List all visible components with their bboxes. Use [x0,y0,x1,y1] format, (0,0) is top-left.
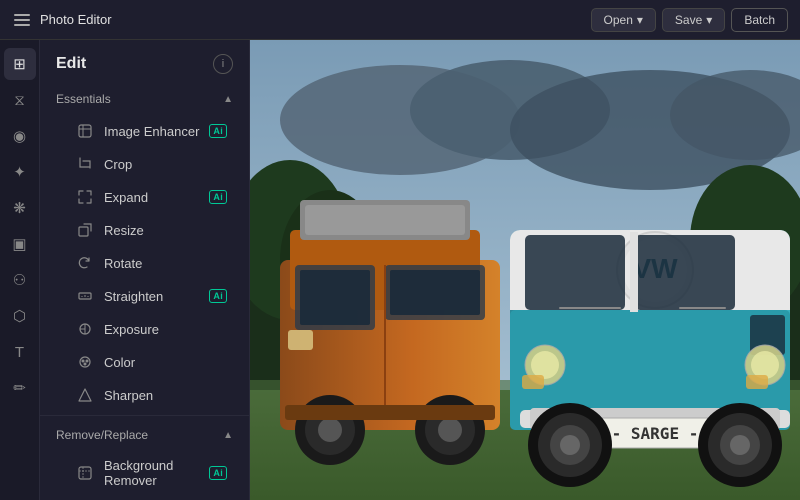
sharpen-icon [76,386,94,404]
straighten-label: Straighten [104,289,199,304]
tool-item-straighten[interactable]: Straighten Ai [46,280,243,312]
straighten-ai-badge: Ai [209,289,227,303]
image-enhancer-label: Image Enhancer [104,124,199,139]
clone-icon[interactable]: ⬡ [4,300,36,332]
resize-icon [76,221,94,239]
expand-icon [76,188,94,206]
adjustments-icon[interactable]: ⧖ [4,84,36,116]
tool-item-resize[interactable]: Resize [46,214,243,246]
canvas-area[interactable]: VW - SARGE - [250,40,800,500]
background-remover-ai-badge: Ai [209,466,227,480]
icon-sidebar: ⊞ ⧖ ◉ ✦ ❋ ▣ ⚇ ⬡ T ✏ [0,40,40,500]
layers-icon[interactable]: ⊞ [4,48,36,80]
tool-item-rotate[interactable]: Rotate [46,247,243,279]
essentials-section-header[interactable]: Essentials ▲ [40,84,249,114]
tool-item-sharpen[interactable]: Sharpen [46,379,243,411]
tool-item-cutout[interactable]: Cutout [46,496,243,500]
tool-item-color[interactable]: Color [46,346,243,378]
panel-title: Edit [56,55,86,73]
color-label: Color [104,355,227,370]
menu-button[interactable] [12,12,32,28]
background-remover-icon [76,464,94,482]
resize-label: Resize [104,223,227,238]
open-button[interactable]: Open ▾ [591,8,656,32]
panel-header: Edit i [40,40,249,84]
chevron-down-icon: ▾ [637,13,643,27]
crop-icon [76,155,94,173]
tool-item-expand[interactable]: Expand Ai [46,181,243,213]
topbar-left: Photo Editor [12,12,112,28]
straighten-icon [76,287,94,305]
sticker-icon[interactable]: ❋ [4,192,36,224]
info-icon[interactable]: i [213,54,233,74]
background-remover-label: Background Remover [104,458,199,488]
tool-item-background-remover[interactable]: Background Remover Ai [46,451,243,495]
rotate-icon [76,254,94,272]
tool-item-crop[interactable]: Crop [46,148,243,180]
save-button[interactable]: Save ▾ [662,8,725,32]
expand-label: Expand [104,190,199,205]
svg-text:- SARGE -: - SARGE - [612,424,699,443]
crop-label: Crop [104,157,227,172]
topbar: Photo Editor Open ▾ Save ▾ Batch [0,0,800,40]
remove-replace-chevron: ▲ [223,430,233,441]
remove-replace-section-header[interactable]: Remove/Replace ▲ [40,420,249,450]
remove-replace-label: Remove/Replace [56,428,148,442]
essentials-label: Essentials [56,92,111,106]
tool-item-image-enhancer[interactable]: Image Enhancer Ai [46,115,243,147]
tool-item-exposure[interactable]: Exposure [46,313,243,345]
image-enhancer-icon [76,122,94,140]
app-title: Photo Editor [40,12,112,27]
people-icon[interactable]: ⚇ [4,264,36,296]
text-icon[interactable]: T [4,336,36,368]
rotate-label: Rotate [104,256,227,271]
sparkle-icon[interactable]: ✦ [4,156,36,188]
sharpen-label: Sharpen [104,388,227,403]
exposure-icon [76,320,94,338]
main-layout: ⊞ ⧖ ◉ ✦ ❋ ▣ ⚇ ⬡ T ✏ Edit i Essentials ▲ [0,40,800,500]
section-divider [40,415,249,416]
essentials-chevron: ▲ [223,94,233,105]
tools-panel: Edit i Essentials ▲ Image Enhancer Ai [40,40,250,500]
frames-icon[interactable]: ▣ [4,228,36,260]
topbar-right: Open ▾ Save ▾ Batch [591,8,788,32]
expand-ai-badge: Ai [209,190,227,204]
image-enhancer-ai-badge: Ai [209,124,227,138]
eye-icon[interactable]: ◉ [4,120,36,152]
batch-button[interactable]: Batch [731,8,788,32]
exposure-label: Exposure [104,322,227,337]
chevron-down-icon: ▾ [706,13,712,27]
draw-icon[interactable]: ✏ [4,372,36,404]
color-icon [76,353,94,371]
